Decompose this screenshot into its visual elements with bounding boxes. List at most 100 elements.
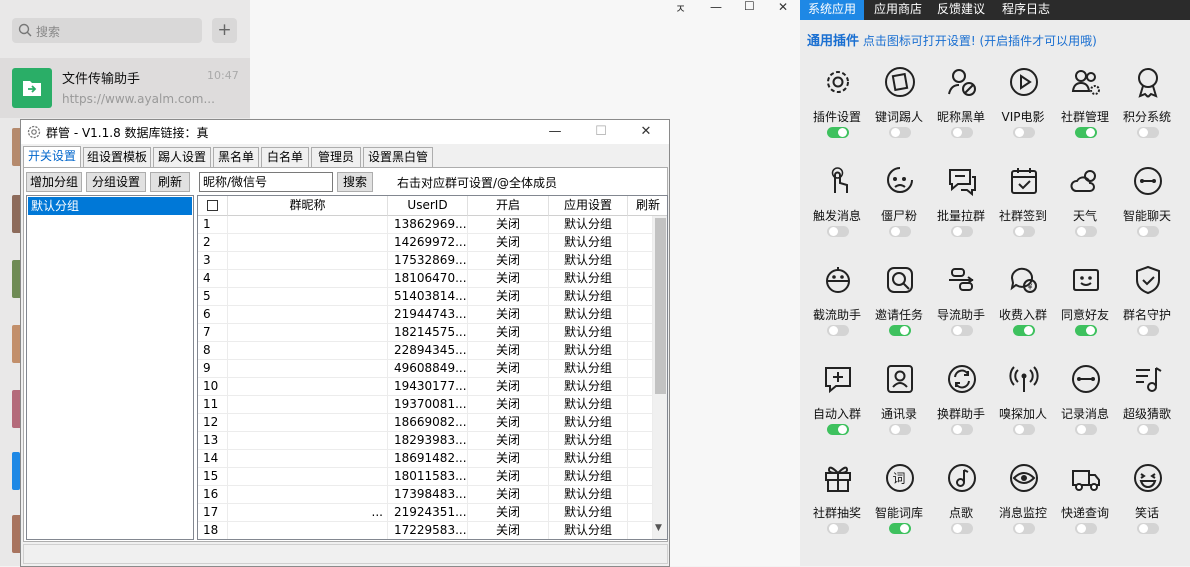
plugin-toggle[interactable] <box>951 424 973 435</box>
table-row[interactable]: 18 17229583... 关闭 默认分组 <box>198 522 653 539</box>
scrollbar-thumb[interactable] <box>655 218 666 394</box>
window-maximize-button[interactable]: ☐ <box>578 120 624 144</box>
touch-icon[interactable] <box>822 165 854 197</box>
plugin-toggle[interactable] <box>951 523 973 534</box>
plugin-item[interactable]: 消息监控 <box>992 460 1054 552</box>
wechat-search-input[interactable]: 搜索 <box>12 18 202 43</box>
robot-icon[interactable] <box>822 264 854 296</box>
plugin-toggle[interactable] <box>1137 424 1159 435</box>
plugin-item[interactable]: ¥ 收费入群 <box>992 262 1054 354</box>
magnifier-icon[interactable] <box>884 264 916 296</box>
plugin-item[interactable]: 插件设置 <box>806 64 868 156</box>
tab-group-template[interactable]: 组设置模板 <box>83 147 151 167</box>
minimize-button[interactable]: — <box>710 0 722 14</box>
music-note-icon[interactable] <box>946 462 978 494</box>
table-row[interactable]: 4 18106470... 关闭 默认分组 <box>198 270 653 288</box>
plugin-item[interactable]: 超级猜歌 <box>1116 361 1178 453</box>
plugin-item[interactable]: 昵称黑单 <box>930 64 992 156</box>
plugin-toggle[interactable] <box>1075 127 1097 138</box>
add-group-button[interactable]: 增加分组 <box>26 172 82 192</box>
header-open[interactable]: 开启 <box>468 196 549 216</box>
plugin-toggle[interactable] <box>1013 523 1035 534</box>
window-titlebar[interactable]: 群管 - V1.1.8 数据库链接：真 — ☐ ✕ <box>21 120 669 144</box>
header-nickname[interactable]: 群昵称 <box>228 196 388 216</box>
truck-icon[interactable] <box>1070 462 1102 494</box>
header-refresh[interactable]: 刷新 <box>628 196 667 216</box>
table-row[interactable]: 3 17532869... 关闭 默认分组 <box>198 252 653 270</box>
gear-icon[interactable] <box>822 66 854 98</box>
plugin-toggle[interactable] <box>827 127 849 138</box>
eye-icon[interactable] <box>1008 462 1040 494</box>
scroll-down-arrow-icon[interactable]: ▼ <box>655 523 662 533</box>
plugin-item[interactable]: 换群助手 <box>930 361 992 453</box>
plugin-item[interactable]: 键词踢人 <box>868 64 930 156</box>
calendar-check-icon[interactable] <box>1008 165 1040 197</box>
group-settings-button[interactable]: 分组设置 <box>86 172 146 192</box>
zombie-icon[interactable] <box>884 165 916 197</box>
plugin-toggle[interactable] <box>889 325 911 336</box>
plugin-item[interactable]: 点歌 <box>930 460 992 552</box>
plugin-item[interactable]: 天气 <box>1054 163 1116 255</box>
plugin-toggle[interactable] <box>827 325 849 336</box>
checkbox-icon[interactable] <box>207 200 218 211</box>
table-row[interactable]: 16 17398483... 关闭 默认分组 <box>198 486 653 504</box>
plugin-toggle[interactable] <box>951 325 973 336</box>
swap-icon[interactable] <box>946 363 978 395</box>
plugin-toggle[interactable] <box>889 226 911 237</box>
tab-feedback[interactable]: 反馈建议 <box>929 0 993 20</box>
plugin-item[interactable]: 嗅探加人 <box>992 361 1054 453</box>
plugin-item[interactable]: VIP电影 <box>992 64 1054 156</box>
plugin-toggle[interactable] <box>1137 127 1159 138</box>
table-row[interactable]: 15 18011583... 关闭 默认分组 <box>198 468 653 486</box>
gift-icon[interactable] <box>822 462 854 494</box>
plugin-item[interactable]: 社群管理 <box>1054 64 1116 156</box>
chat-avatar[interactable] <box>12 452 20 490</box>
close-button[interactable]: ✕ <box>778 0 788 14</box>
plugin-item[interactable]: 智能聊天 <box>1116 163 1178 255</box>
tab-program-log[interactable]: 程序日志 <box>994 0 1058 20</box>
tab-admins[interactable]: 管理员 <box>311 147 361 167</box>
search-button[interactable]: 搜索 <box>337 172 373 192</box>
table-row[interactable]: 17... 21924351... 关闭 默认分组 <box>198 504 653 522</box>
plugin-toggle[interactable] <box>889 424 911 435</box>
word-icon[interactable]: 词 <box>884 462 916 494</box>
plugin-item[interactable]: 群名守护 <box>1116 262 1178 354</box>
note-icon[interactable] <box>884 66 916 98</box>
plugin-toggle[interactable] <box>1075 325 1097 336</box>
weather-icon[interactable] <box>1070 165 1102 197</box>
paid-chat-icon[interactable]: ¥ <box>1008 264 1040 296</box>
plugin-toggle[interactable] <box>827 226 849 237</box>
music-list-icon[interactable] <box>1132 363 1164 395</box>
plugin-toggle[interactable] <box>1137 523 1159 534</box>
table-row[interactable]: 11 19370081... 关闭 默认分组 <box>198 396 653 414</box>
plugin-item[interactable]: 快递查询 <box>1054 460 1116 552</box>
plugin-item[interactable]: 自动入群 <box>806 361 868 453</box>
plugin-toggle[interactable] <box>1013 424 1035 435</box>
tab-system-apps[interactable]: 系统应用 <box>800 0 865 20</box>
plugin-item[interactable]: 记录消息 <box>1054 361 1116 453</box>
plugin-toggle[interactable] <box>1075 523 1097 534</box>
play-icon[interactable] <box>1008 66 1040 98</box>
table-scrollbar[interactable]: ▼ <box>653 216 667 539</box>
plugin-toggle[interactable] <box>1013 127 1035 138</box>
table-row[interactable]: 6 21944743... 关闭 默认分组 <box>198 306 653 324</box>
shield-icon[interactable] <box>1132 264 1164 296</box>
header-app-settings[interactable]: 应用设置 <box>549 196 628 216</box>
antenna-icon[interactable] <box>1008 363 1040 395</box>
plugin-item[interactable]: 笑话 <box>1116 460 1178 552</box>
medal-icon[interactable] <box>1132 66 1164 98</box>
plugin-toggle[interactable] <box>951 226 973 237</box>
plugin-item[interactable]: 截流助手 <box>806 262 868 354</box>
record-icon[interactable] <box>1070 363 1102 395</box>
table-row[interactable]: 2 14269972... 关闭 默认分组 <box>198 234 653 252</box>
pin-button[interactable]: ㅈ <box>675 0 686 17</box>
table-row[interactable]: 9 49608849... 关闭 默认分组 <box>198 360 653 378</box>
plugin-toggle[interactable] <box>1013 226 1035 237</box>
tab-blacklist[interactable]: 黑名单 <box>213 147 259 167</box>
plugin-toggle[interactable] <box>889 127 911 138</box>
plugin-item[interactable]: 批量拉群 <box>930 163 992 255</box>
group-list[interactable]: 默认分组 <box>26 195 194 540</box>
plugin-toggle[interactable] <box>1137 226 1159 237</box>
plugin-item[interactable]: 通讯录 <box>868 361 930 453</box>
header-userid[interactable]: UserID <box>388 196 468 216</box>
